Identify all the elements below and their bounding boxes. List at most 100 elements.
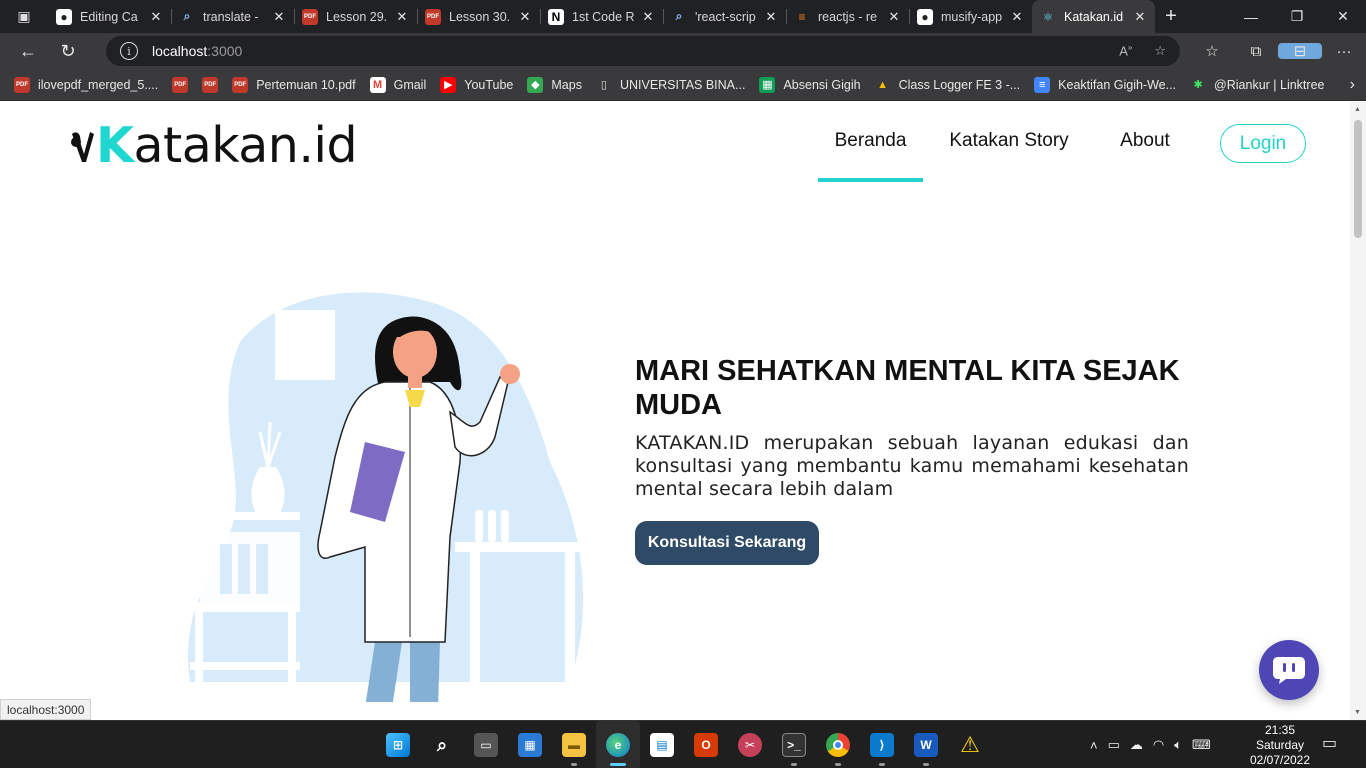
- back-icon[interactable]: ←: [8, 33, 48, 69]
- nav-beranda[interactable]: Beranda: [818, 128, 923, 182]
- browser-tab[interactable]: PDF Lesson 30. ✕: [417, 0, 540, 33]
- close-window-icon[interactable]: ✕: [1320, 0, 1366, 33]
- volume-icon[interactable]: 🔈︎: [1174, 737, 1182, 753]
- close-tab-icon[interactable]: ✕: [1133, 9, 1147, 25]
- office-icon[interactable]: O: [684, 721, 728, 768]
- minimize-icon[interactable]: —: [1228, 0, 1274, 33]
- bookmark-item[interactable]: ▶ YouTube: [440, 76, 513, 93]
- close-tab-icon[interactable]: ✕: [764, 9, 778, 25]
- tab-title: 1st Code R: [572, 9, 635, 24]
- bookmark-item[interactable]: ▲ Class Logger FE 3 -...: [875, 77, 1020, 93]
- bookmark-item[interactable]: ▦ Absensi Gigih: [759, 76, 861, 93]
- pdf-icon: PDF: [302, 8, 318, 25]
- cloud-icon[interactable]: ☁: [1130, 737, 1143, 753]
- task-view-icon[interactable]: ▭: [464, 721, 508, 768]
- close-tab-icon[interactable]: ✕: [641, 9, 655, 25]
- docs-icon: ≡: [1034, 76, 1051, 93]
- file-explorer-icon[interactable]: ▬: [552, 721, 596, 768]
- sheets-icon: ▦: [759, 76, 776, 93]
- youtube-icon: ▶: [440, 76, 457, 93]
- favorites-icon[interactable]: ☆: [1190, 42, 1234, 60]
- word-icon[interactable]: W: [904, 721, 948, 768]
- close-tab-icon[interactable]: ✕: [149, 9, 163, 25]
- clock-date: 02/07/2022: [1249, 752, 1311, 767]
- web-page: Katakan.id Beranda Katakan Story About L…: [0, 102, 1350, 720]
- windows-start-icon[interactable]: ⊞: [376, 721, 420, 768]
- close-tab-icon[interactable]: ✕: [395, 9, 409, 25]
- login-button[interactable]: Login: [1220, 124, 1306, 163]
- linktree-icon: ✱: [1193, 79, 1203, 91]
- close-tab-icon[interactable]: ✕: [887, 9, 901, 25]
- search-icon[interactable]: ⌕: [420, 721, 464, 768]
- settings-more-icon[interactable]: ···: [1322, 42, 1366, 60]
- scroll-down-icon[interactable]: ▼: [1354, 709, 1361, 716]
- browser-tab[interactable]: ≡ reactjs - re ✕: [786, 0, 909, 33]
- pdf-icon: PDF: [202, 76, 219, 93]
- scroll-thumb[interactable]: [1354, 120, 1362, 238]
- add-favorite-icon[interactable]: ☆: [1154, 43, 1166, 59]
- bookmark-item[interactable]: M Gmail: [369, 76, 426, 93]
- chat-bubble-icon: [1273, 657, 1305, 684]
- close-tab-icon[interactable]: ✕: [272, 9, 286, 25]
- page-icon: ▯: [600, 79, 607, 91]
- tab-actions-icon[interactable]: ▣: [0, 0, 48, 33]
- tab-title: reactjs - re: [818, 9, 878, 24]
- tab-title: translate -: [203, 9, 259, 24]
- github-icon: ●: [56, 8, 72, 25]
- notification-icon[interactable]: ▭: [1322, 733, 1344, 755]
- close-tab-icon[interactable]: ✕: [518, 9, 532, 25]
- bookmark-item[interactable]: ▯ UNIVERSITAS BINA...: [596, 77, 746, 93]
- bookmark-item[interactable]: PDF Pertemuan 10.pdf: [232, 76, 356, 93]
- close-tab-icon[interactable]: ✕: [1010, 9, 1024, 25]
- new-tab-button[interactable]: +: [1155, 0, 1187, 33]
- restore-icon[interactable]: ❐: [1274, 0, 1320, 33]
- doctor-illustration: [188, 292, 585, 702]
- bookmark-item[interactable]: ✱ @Riankur | Linktree: [1190, 77, 1324, 93]
- wifi-icon[interactable]: ◠: [1153, 737, 1164, 753]
- site-logo[interactable]: Katakan.id: [70, 120, 358, 170]
- scroll-up-icon[interactable]: ▲: [1354, 106, 1361, 113]
- chat-button[interactable]: [1259, 640, 1319, 700]
- browser-tab[interactable]: ● musify-app ✕: [909, 0, 1032, 33]
- bookmark-item[interactable]: PDF: [172, 76, 189, 93]
- url-host: localhost: [152, 43, 208, 59]
- tab-title: musify-app: [941, 9, 1003, 24]
- bookmark-item[interactable]: ≡ Keaktifan Gigih-We...: [1034, 76, 1177, 93]
- browser-tab[interactable]: ⚛ Katakan.id ✕: [1032, 0, 1155, 33]
- keyboard-icon[interactable]: ⌨: [1192, 737, 1211, 753]
- page-scrollbar[interactable]: ▲ ▼: [1350, 102, 1366, 720]
- nav-katakan-story[interactable]: Katakan Story: [923, 128, 1095, 182]
- profile-avatar[interactable]: ⊟: [1278, 42, 1322, 60]
- bookmarks-bar: PDF ilovepdf_merged_5.... PDF PDF PDF Pertemu…: [0, 69, 1366, 101]
- consult-now-button[interactable]: Konsultasi Sekarang: [635, 521, 819, 565]
- microsoft-store-icon[interactable]: ▤: [640, 721, 684, 768]
- battery-icon[interactable]: ▭: [1108, 737, 1120, 753]
- refresh-icon[interactable]: ↻: [48, 33, 88, 69]
- bookmark-item[interactable]: PDF: [202, 76, 219, 93]
- terminal-icon[interactable]: >_: [772, 721, 816, 768]
- browser-tab[interactable]: ● Editing Ca ✕: [48, 0, 171, 33]
- read-aloud-icon[interactable]: A»: [1119, 43, 1132, 59]
- browser-tab[interactable]: ⌕ 'react-scrip ✕: [663, 0, 786, 33]
- edge-icon[interactable]: e: [596, 721, 640, 768]
- browser-tab[interactable]: ⌕ translate - ✕: [171, 0, 294, 33]
- chrome-icon[interactable]: [816, 721, 860, 768]
- bookmark-item[interactable]: PDF ilovepdf_merged_5....: [14, 76, 158, 93]
- widgets-icon[interactable]: ▦: [508, 721, 552, 768]
- bookmark-item[interactable]: ◆ Maps: [527, 76, 582, 93]
- tray-overflow-icon[interactable]: ˄: [1090, 738, 1098, 753]
- nav-about[interactable]: About: [1095, 128, 1195, 182]
- site-info-icon[interactable]: i: [120, 42, 138, 60]
- site-nav: Beranda Katakan Story About: [818, 128, 1195, 182]
- maps-icon: ◆: [527, 76, 544, 93]
- address-bar[interactable]: i localhost:3000 A» ☆: [106, 36, 1180, 66]
- collections-icon[interactable]: ⧉: [1234, 42, 1278, 60]
- snipping-icon[interactable]: ✂: [728, 721, 772, 768]
- bookmark-label: Keaktifan Gigih-We...: [1058, 77, 1177, 92]
- bookmarks-overflow-icon[interactable]: ›: [1338, 76, 1366, 94]
- browser-tab[interactable]: N 1st Code R ✕: [540, 0, 663, 33]
- system-clock[interactable]: 21:35 Saturday 02/07/2022: [1240, 721, 1320, 768]
- browser-tab[interactable]: PDF Lesson 29. ✕: [294, 0, 417, 33]
- warning-icon[interactable]: ⚠: [948, 721, 992, 768]
- vscode-icon[interactable]: ⟩: [860, 721, 904, 768]
